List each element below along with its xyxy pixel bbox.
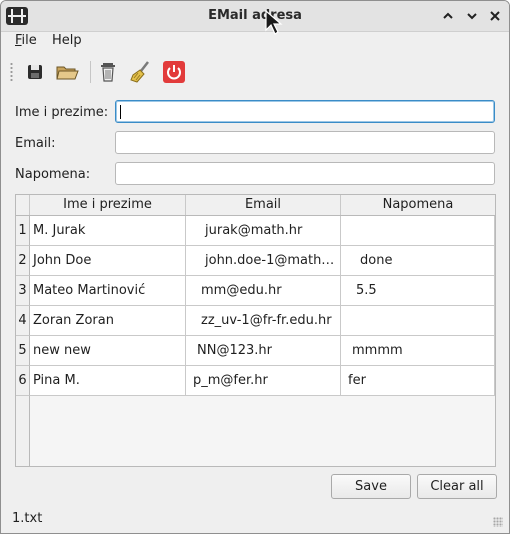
open-folder-icon[interactable]	[54, 59, 80, 85]
cell-name[interactable]: Zoran Zoran	[30, 306, 186, 336]
contacts-table[interactable]: Ime i prezime Email Napomena 1 M. Jurak …	[15, 194, 496, 467]
name-label: Ime i prezime:	[15, 105, 109, 120]
cell-email[interactable]: john.doe-1@math…	[186, 246, 341, 276]
column-header-name[interactable]: Ime i prezime	[30, 195, 186, 215]
cell-name[interactable]: Mateo Martinović	[30, 276, 186, 306]
close-icon[interactable]	[487, 8, 503, 24]
row-number[interactable]: 1	[16, 216, 30, 246]
status-file-name: 1.txt	[12, 511, 43, 526]
power-icon[interactable]	[161, 59, 187, 85]
cell-name[interactable]: John Doe	[30, 246, 186, 276]
table-header: Ime i prezime Email Napomena	[16, 195, 495, 216]
cell-email[interactable]: p_m@fer.hr	[186, 366, 341, 396]
column-header-note[interactable]: Napomena	[341, 195, 495, 215]
row-number[interactable]: 3	[16, 276, 30, 306]
email-input[interactable]	[115, 131, 495, 154]
row-gutter	[16, 396, 30, 466]
note-input[interactable]	[115, 162, 495, 185]
clear-all-button[interactable]: Clear all	[417, 474, 497, 499]
table-row[interactable]: 4 Zoran Zoran zz_uv-1@fr-fr.edu.hr	[16, 306, 495, 336]
menu-file-label: ile	[21, 33, 37, 48]
row-number[interactable]: 5	[16, 336, 30, 366]
column-header-email[interactable]: Email	[186, 195, 341, 215]
toolbar	[1, 56, 509, 88]
corner-header[interactable]	[16, 195, 30, 215]
table-row[interactable]: 5 new new NN@123.hr mmmm	[16, 336, 495, 366]
cell-name[interactable]: Pina M.	[30, 366, 186, 396]
toolbar-grip[interactable]	[10, 62, 13, 82]
size-grip[interactable]	[493, 517, 503, 527]
table-row[interactable]: 1 M. Jurak jurak@math.hr	[16, 216, 495, 246]
menu-help[interactable]: Help	[52, 33, 82, 48]
menu-file[interactable]: File	[15, 33, 37, 48]
window-title: EMail adresa	[208, 8, 302, 23]
note-label: Napomena:	[15, 167, 91, 182]
table-row[interactable]: 3 Mateo Martinović mm@edu.hr 5.5	[16, 276, 495, 306]
row-number[interactable]: 2	[16, 246, 30, 276]
email-label: Email:	[15, 136, 56, 151]
cell-note[interactable]	[341, 216, 495, 246]
cell-note[interactable]	[341, 306, 495, 336]
toolbar-separator	[90, 61, 91, 83]
cell-note[interactable]: mmmm	[341, 336, 495, 366]
title-bar[interactable]: EMail adresa	[1, 1, 509, 32]
minimize-icon[interactable]	[440, 8, 456, 24]
cell-email[interactable]: zz_uv-1@fr-fr.edu.hr	[186, 306, 341, 336]
save-icon[interactable]	[22, 59, 48, 85]
row-number[interactable]: 6	[16, 366, 30, 396]
cell-name[interactable]: new new	[30, 336, 186, 366]
text-caret	[120, 105, 121, 119]
cell-note[interactable]: fer	[341, 366, 495, 396]
cell-note[interactable]: 5.5	[341, 276, 495, 306]
clear-broom-icon[interactable]	[128, 59, 154, 85]
save-button[interactable]: Save	[331, 474, 411, 499]
cell-note[interactable]: done	[341, 246, 495, 276]
mouse-cursor-icon	[265, 10, 283, 35]
delete-icon[interactable]	[95, 59, 121, 85]
cell-email[interactable]: NN@123.hr	[186, 336, 341, 366]
cell-email[interactable]: jurak@math.hr	[186, 216, 341, 246]
name-input[interactable]	[115, 100, 495, 123]
maximize-icon[interactable]	[464, 8, 480, 24]
cell-name[interactable]: M. Jurak	[30, 216, 186, 246]
table-row[interactable]: 2 John Doe john.doe-1@math… done	[16, 246, 495, 276]
cell-email[interactable]: mm@edu.hr	[186, 276, 341, 306]
row-number[interactable]: 4	[16, 306, 30, 336]
main-window: EMail adresa File Help Ime i prezime: Em…	[0, 0, 510, 534]
menu-bar: File Help	[1, 32, 509, 52]
table-row[interactable]: 6 Pina M. p_m@fer.hr fer	[16, 366, 495, 396]
